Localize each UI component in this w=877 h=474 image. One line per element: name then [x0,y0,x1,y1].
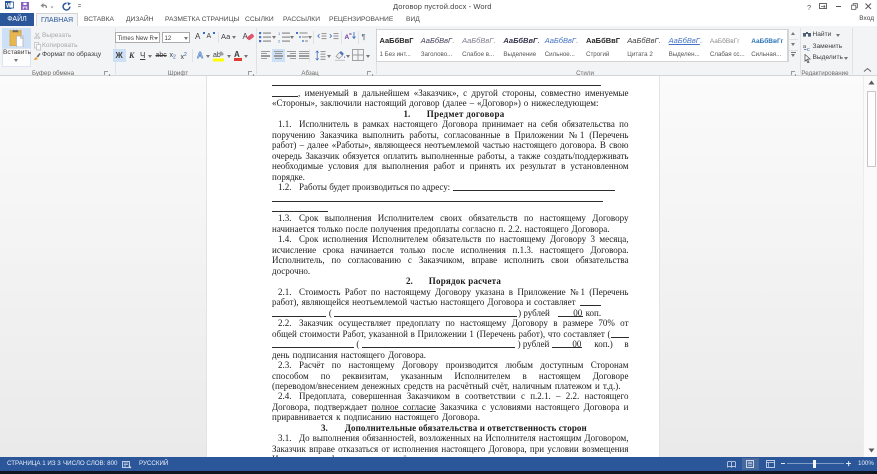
svg-text:1: 1 [278,31,281,36]
svg-text:c: c [807,47,810,51]
svg-text:2: 2 [278,39,281,44]
svg-text:W: W [6,4,12,10]
